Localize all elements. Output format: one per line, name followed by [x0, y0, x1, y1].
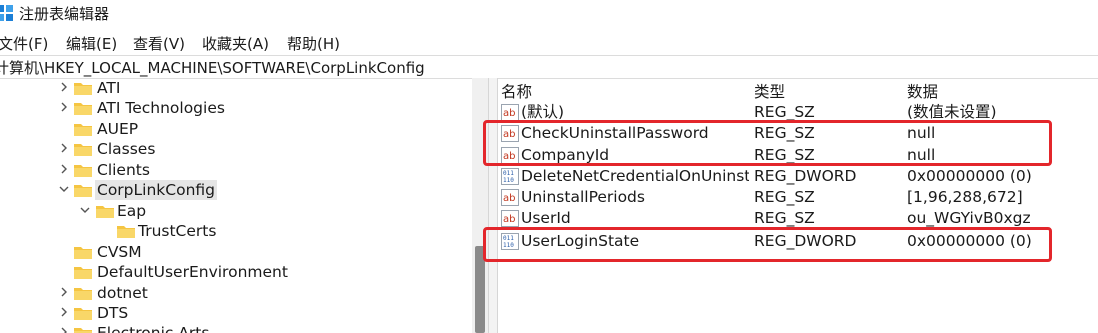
svg-text:ab: ab [503, 108, 515, 119]
tree-item-label: CVSM [97, 243, 142, 261]
menu-help[interactable]: 帮助(H) [287, 33, 340, 54]
key-tree[interactable]: ATI ATI Technologies AUEP Classes Client… [0, 78, 472, 333]
tree-item-dotnet[interactable]: dotnet [0, 283, 472, 303]
annotation-highlight [483, 227, 1052, 262]
dword-value-icon: 011110 [501, 168, 519, 185]
folder-icon [74, 288, 92, 300]
value-data: [1,96,288,672] [907, 188, 1023, 206]
svg-text:011: 011 [503, 170, 514, 177]
chevron-right-icon[interactable] [58, 306, 70, 318]
chevron-down-icon[interactable] [58, 183, 70, 195]
values-list[interactable]: 名称 类型 数据 ab (默认) REG_SZ (数值未设置) ab Check… [483, 78, 1098, 333]
tree-item-ati[interactable]: ATI [0, 78, 472, 98]
tree-item-label: DTS [97, 304, 129, 322]
tree-item-label: AUEP [97, 120, 139, 138]
string-value-icon: ab [501, 104, 519, 121]
chevron-right-icon[interactable] [58, 81, 70, 93]
tree-item-label: TrustCerts [138, 222, 217, 240]
svg-text:110: 110 [503, 177, 514, 184]
folder-icon [117, 226, 135, 238]
tree-item-cvsm[interactable]: CVSM [0, 242, 472, 262]
address-path[interactable]: 计算机\HKEY_LOCAL_MACHINE\SOFTWARE\CorpLink… [0, 57, 425, 78]
value-row[interactable]: ab UserId REG_SZ ou_WGYivB0xgz [497, 208, 1098, 229]
string-value-icon: ab [501, 210, 519, 227]
menu-favorites[interactable]: 收藏夹(A) [202, 33, 269, 54]
column-header-type[interactable]: 类型 [754, 80, 785, 102]
column-header-name[interactable]: 名称 [501, 80, 532, 102]
tree-item-label: Electronic Arts [97, 324, 210, 333]
folder-icon [74, 165, 92, 177]
tree-item-corplinkconfig[interactable]: CorpLinkConfig [0, 180, 472, 200]
regedit-app-icon [0, 5, 13, 21]
title-bar: 注册表编辑器 [0, 0, 1098, 26]
tree-item-dts[interactable]: DTS [0, 303, 472, 323]
menu-bar: 文件(F) 编辑(E) 查看(V) 收藏夹(A) 帮助(H) [0, 31, 1098, 53]
value-name: UninstallPeriods [521, 188, 645, 206]
tree-item-eap[interactable]: Eap [0, 201, 472, 221]
string-value-icon: ab [501, 189, 519, 206]
tree-item-auep[interactable]: AUEP [0, 119, 472, 139]
tree-item-label: ATI Technologies [97, 99, 225, 117]
tree-item-classes[interactable]: Classes [0, 139, 472, 159]
tree-item-clients[interactable]: Clients [0, 160, 472, 180]
tree-item-electronic-arts[interactable]: Electronic Arts [0, 323, 472, 333]
tree-item-label: Clients [97, 161, 150, 179]
value-type: REG_SZ [754, 209, 815, 227]
value-type: REG_SZ [754, 188, 815, 206]
folder-icon [74, 267, 92, 279]
column-header-data[interactable]: 数据 [907, 80, 938, 102]
tree-item-label: Classes [97, 140, 156, 158]
value-row[interactable]: ab UninstallPeriods REG_SZ [1,96,288,672… [497, 187, 1098, 208]
svg-text:ab: ab [503, 193, 515, 204]
menu-file[interactable]: 文件(F) [0, 33, 48, 54]
tree-item-label: DefaultUserEnvironment [97, 263, 288, 281]
folder-icon [74, 83, 92, 95]
tree-item-label: dotnet [97, 284, 148, 302]
value-name: UserId [521, 209, 571, 227]
svg-text:ab: ab [503, 214, 515, 225]
folder-icon [74, 144, 92, 156]
folder-icon [74, 308, 92, 320]
tree-item-label: ATI [97, 79, 121, 97]
folder-icon [74, 247, 92, 259]
menu-view[interactable]: 查看(V) [133, 33, 185, 54]
window-title: 注册表编辑器 [19, 5, 110, 23]
folder-icon [74, 328, 92, 333]
tree-item-ati-technologies[interactable]: ATI Technologies [0, 98, 472, 118]
chevron-right-icon[interactable] [58, 101, 70, 113]
value-data: ou_WGYivB0xgz [907, 209, 1031, 227]
folder-icon [74, 103, 92, 115]
folder-icon [96, 206, 114, 218]
folder-icon [74, 185, 92, 197]
menu-edit[interactable]: 编辑(E) [66, 33, 117, 54]
chevron-right-icon[interactable] [58, 326, 70, 333]
tree-item-trustcerts[interactable]: TrustCerts [0, 221, 472, 241]
value-type: REG_DWORD [754, 167, 857, 185]
value-row[interactable]: 011 110 DeleteNetCredentialOnUninst... RE… [497, 166, 1098, 187]
chevron-down-icon[interactable] [79, 204, 91, 216]
chevron-right-icon[interactable] [58, 142, 70, 154]
tree-item-label: CorpLinkConfig [95, 180, 217, 200]
chevron-right-icon[interactable] [58, 286, 70, 298]
chevron-right-icon[interactable] [58, 163, 70, 175]
tree-item-defaultuserenvironment[interactable]: DefaultUserEnvironment [0, 262, 472, 282]
tree-scrollbar[interactable] [472, 78, 488, 333]
value-data: 0x00000000 (0) [907, 167, 1032, 185]
annotation-highlight [483, 120, 1052, 166]
tree-item-label: Eap [117, 202, 147, 220]
value-name: DeleteNetCredentialOnUninst... [521, 167, 749, 185]
address-bar[interactable]: 计算机\HKEY_LOCAL_MACHINE\SOFTWARE\CorpLink… [0, 55, 1098, 79]
folder-icon [74, 124, 92, 136]
